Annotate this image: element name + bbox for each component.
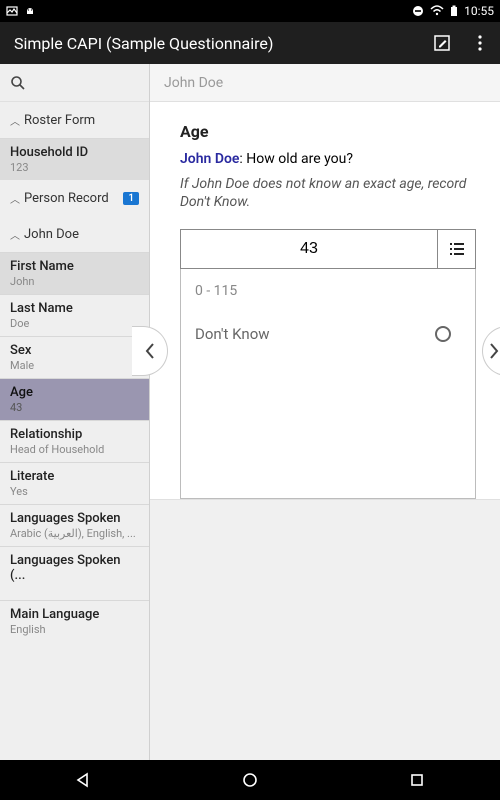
overflow-menu-button[interactable] — [470, 33, 490, 53]
sidebar: ︿ Roster Form Household ID 123 ︿ Person … — [0, 64, 150, 760]
nav-home-button[interactable] — [235, 765, 265, 795]
triangle-back-icon — [74, 771, 92, 789]
field-value: John — [10, 275, 139, 288]
search-button[interactable] — [0, 64, 149, 102]
status-clock: 10:55 — [464, 4, 494, 18]
field-value: 123 — [10, 161, 139, 174]
field-label: Relationship — [10, 427, 139, 442]
android-nav-bar — [0, 760, 500, 800]
chevron-right-icon — [488, 341, 500, 361]
sidebar-section-label: John Doe — [24, 227, 79, 242]
edit-note-button[interactable] — [432, 33, 452, 53]
field-label: Household ID — [10, 145, 139, 160]
sidebar-field-languages[interactable]: Languages Spoken Arabic (العربية), Engli… — [0, 504, 149, 546]
age-input-row — [180, 229, 476, 269]
field-value: Head of Household — [10, 443, 139, 456]
field-value: Arabic (العربية), English, ... — [10, 527, 139, 540]
field-label: Literate — [10, 469, 139, 484]
battery-icon — [450, 5, 458, 17]
sidebar-field-main-language[interactable]: Main Language English — [0, 600, 149, 642]
option-dont-know[interactable]: Don't Know — [195, 321, 461, 347]
sidebar-field-relationship[interactable]: Relationship Head of Household — [0, 420, 149, 462]
app-bar: Simple CAPI (Sample Questionnaire) — [0, 22, 500, 64]
square-recent-icon — [409, 772, 425, 788]
options-panel: 0 - 115 Don't Know — [180, 269, 476, 499]
field-value: 43 — [10, 401, 139, 414]
sidebar-field-languages-other[interactable]: Languages Spoken (... — [0, 546, 149, 590]
breadcrumb: John Doe — [150, 64, 500, 102]
chevron-left-icon — [144, 341, 156, 361]
field-value: Male — [10, 359, 139, 372]
app-title: Simple CAPI (Sample Questionnaire) — [14, 34, 432, 53]
field-label: Languages Spoken — [10, 511, 139, 526]
age-input[interactable] — [181, 230, 437, 268]
picture-icon — [6, 5, 18, 17]
circle-home-icon — [241, 771, 259, 789]
field-label: Languages Spoken (... — [10, 553, 139, 583]
search-icon — [10, 75, 26, 91]
sidebar-section-label: Person Record — [24, 191, 109, 206]
field-label: Age — [10, 385, 139, 400]
sidebar-field-literate[interactable]: Literate Yes — [0, 462, 149, 504]
question-prompt-text: : How old are you? — [239, 151, 353, 167]
record-count-badge: 1 — [123, 192, 139, 205]
radio-icon — [435, 326, 451, 342]
question-prompt: John Doe: How old are you? — [180, 151, 476, 167]
edit-note-icon — [433, 34, 451, 52]
sidebar-section-person[interactable]: ︿ Person Record 1 — [0, 180, 149, 216]
android-icon — [24, 5, 36, 17]
field-label: First Name — [10, 259, 139, 274]
question-title: Age — [180, 122, 476, 141]
sidebar-section-roster[interactable]: ︿ Roster Form — [0, 102, 149, 138]
chevron-up-icon: ︿ — [10, 191, 20, 206]
main-panel: John Doe Age John Doe: How old are you? … — [150, 64, 500, 760]
wifi-icon — [430, 5, 444, 17]
question-subject: John Doe — [180, 151, 239, 167]
sidebar-section-label: Roster Form — [24, 113, 95, 128]
chevron-up-icon: ︿ — [10, 113, 20, 128]
nav-recent-button[interactable] — [402, 765, 432, 795]
chevron-up-icon: ︿ — [10, 227, 20, 242]
more-vert-icon — [478, 35, 482, 51]
field-label: Sex — [10, 343, 139, 358]
sidebar-field-sex[interactable]: Sex Male — [0, 336, 149, 378]
field-label: Last Name — [10, 301, 139, 316]
field-value: Doe — [10, 317, 139, 330]
list-icon — [448, 242, 466, 256]
field-value: English — [10, 623, 139, 636]
question-note: If John Doe does not know an exact age, … — [180, 175, 476, 211]
sidebar-field-household[interactable]: Household ID 123 — [0, 138, 149, 180]
android-status-bar: 10:55 — [0, 0, 500, 22]
sidebar-field-last-name[interactable]: Last Name Doe — [0, 294, 149, 336]
sidebar-field-age[interactable]: Age 43 — [0, 378, 149, 420]
sidebar-field-first-name[interactable]: First Name John — [0, 252, 149, 294]
field-label: Main Language — [10, 607, 139, 622]
sidebar-section-name[interactable]: ︿ John Doe — [0, 216, 149, 252]
nav-back-button[interactable] — [68, 765, 98, 795]
range-hint: 0 - 115 — [195, 283, 461, 299]
option-label: Don't Know — [195, 325, 270, 343]
list-toggle-button[interactable] — [437, 230, 475, 268]
field-value: Yes — [10, 485, 139, 498]
do-not-disturb-icon — [412, 5, 424, 17]
